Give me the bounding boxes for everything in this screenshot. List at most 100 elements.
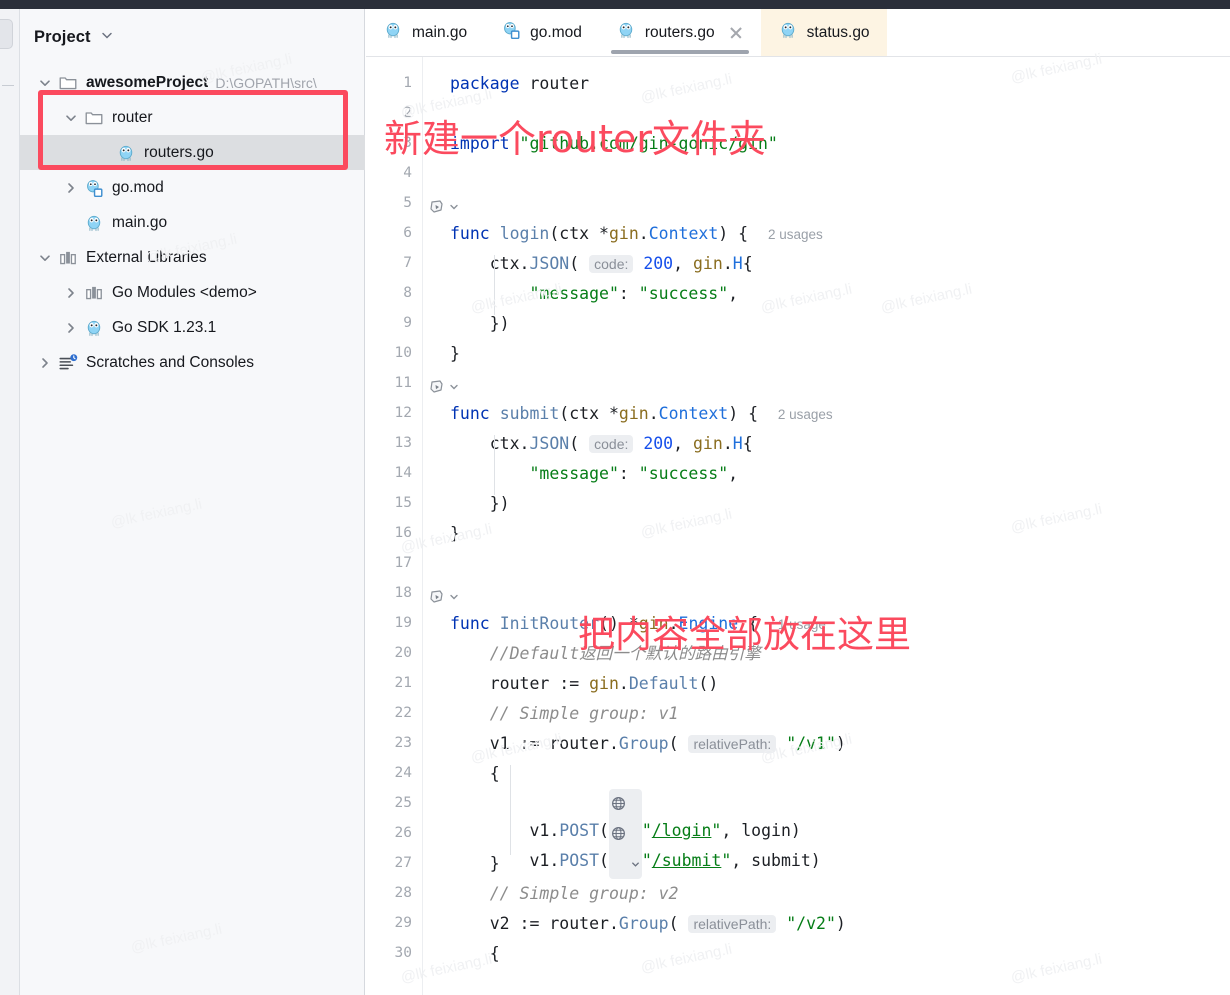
line-number: 16 — [394, 525, 412, 541]
line-number: 24 — [394, 765, 412, 781]
tree-item-label: awesomeProject — [86, 73, 209, 91]
tab-label: status.go — [806, 23, 870, 41]
chevron-down-icon — [62, 109, 80, 127]
tree-item-label: routers.go — [144, 143, 214, 161]
usage-count[interactable]: 2 usages — [778, 407, 833, 422]
chevron-down-icon[interactable] — [34, 74, 56, 92]
chevron-right-icon[interactable] — [60, 319, 82, 337]
project-tree: awesomeProject D:\GOPATH\src\ router rout… — [20, 65, 365, 380]
code-line[interactable]: ctx.JSON( code: 200, gin.H{ — [450, 249, 753, 279]
line-number: 25 — [394, 795, 412, 811]
chevron-down-icon[interactable] — [34, 249, 56, 267]
run-gutter-icon[interactable] — [428, 197, 462, 217]
globe-icon[interactable] — [608, 819, 642, 879]
line-number: 10 — [394, 345, 412, 361]
tree-item-go-mod[interactable]: go.mod — [20, 170, 365, 205]
chevron-right-icon — [62, 284, 80, 302]
chevron-down-icon — [36, 74, 54, 92]
line-number: 7 — [403, 255, 412, 271]
chevron-right-icon — [62, 319, 80, 337]
line-number: 14 — [394, 465, 412, 481]
code-line[interactable]: } — [450, 849, 500, 879]
chevron-down-icon — [36, 249, 54, 267]
window-titlebar — [0, 0, 1230, 9]
tree-item-label: Scratches and Consoles — [86, 353, 255, 371]
tree-item-router[interactable]: router — [20, 100, 365, 135]
tool-window-button[interactable] — [0, 19, 13, 49]
sidebar-header[interactable]: Project — [20, 21, 114, 53]
tree-item-icon — [82, 283, 106, 303]
usage-count[interactable]: 2 usages — [768, 227, 823, 242]
code-line[interactable]: { — [450, 939, 500, 969]
close-icon[interactable] — [728, 25, 744, 41]
tree-item-label: External Libraries — [86, 248, 207, 266]
code-line[interactable]: // Simple group: v1 — [450, 699, 679, 729]
chevron-right-icon[interactable] — [60, 179, 82, 197]
code-line[interactable]: }) — [450, 489, 510, 519]
line-number: 4 — [403, 165, 412, 181]
tab-icon — [501, 20, 521, 45]
code-line[interactable]: func login(ctx *gin.Context) { 2 usages — [450, 219, 823, 249]
tree-item-label: Go SDK 1.23.1 — [112, 318, 217, 336]
code-line[interactable]: // Simple group: v2 — [450, 879, 679, 909]
tab-routers-go[interactable]: routers.go — [599, 9, 761, 56]
code-line[interactable]: router := gin.Default() — [450, 669, 719, 699]
code-line[interactable]: ctx.JSON( code: 200, gin.H{ — [450, 429, 753, 459]
tree-item-go-sdk-1-23-1[interactable]: Go SDK 1.23.1 — [20, 310, 365, 345]
run-gutter-icon[interactable] — [428, 587, 462, 607]
line-number: 5 — [403, 195, 412, 211]
run-gutter-icon[interactable] — [428, 377, 462, 397]
code-line[interactable]: }) — [450, 309, 510, 339]
code-line[interactable]: package router — [450, 69, 589, 99]
tree-item-awesomeproject[interactable]: awesomeProject D:\GOPATH\src\ — [20, 65, 365, 100]
project-sidebar: Project awesomeProject D:\GOPATH\src\ rou… — [20, 9, 365, 995]
chevron-right-icon[interactable] — [60, 284, 82, 302]
tree-item-scratches-and-consoles[interactable]: Scratches and Consoles — [20, 345, 365, 380]
active-tab-indicator — [610, 50, 749, 54]
chevron-down-icon[interactable] — [100, 28, 114, 47]
tree-item-icon — [56, 248, 80, 268]
tab-status-go[interactable]: status.go — [760, 9, 887, 56]
folder-icon — [84, 108, 104, 128]
code-line[interactable]: func submit(ctx *gin.Context) { 2 usages — [450, 399, 833, 429]
line-number-gutter: 1 2 3 4 5 6 7 8 9 10 11 12 13 14 15 16 17 18 19 20 21 22 23 24 2… — [366, 57, 422, 995]
code-line[interactable]: v1.POST( "/submit", submit) — [450, 819, 821, 879]
line-number: 21 — [394, 675, 412, 691]
code-line[interactable]: v1 := router.Group( relativePath: "/v1") — [450, 729, 846, 759]
tree-item-icon — [82, 178, 106, 198]
code-line[interactable]: } — [450, 339, 460, 369]
tree-item-icon — [56, 353, 80, 373]
tree-item-label: go.mod — [112, 178, 164, 196]
chevron-down-icon[interactable] — [60, 109, 82, 127]
line-number: 8 — [403, 285, 412, 301]
editor-tabbar: main.go go.mod routers.go status.go — [366, 9, 1230, 57]
tree-item-external-libraries[interactable]: External Libraries — [20, 240, 365, 275]
tab-label: routers.go — [644, 23, 715, 41]
tree-item-routers-go[interactable]: routers.go — [20, 135, 365, 170]
line-number: 12 — [394, 405, 412, 421]
line-number: 11 — [394, 375, 412, 391]
code-line[interactable]: { — [450, 759, 500, 789]
go-file-icon — [616, 20, 636, 40]
tab-main-go[interactable]: main.go — [366, 9, 484, 56]
go-file-icon — [84, 213, 104, 233]
tab-go-mod[interactable]: go.mod — [484, 9, 599, 56]
line-number: 17 — [394, 555, 412, 571]
tree-item-go-modules-demo[interactable]: Go Modules <demo> — [20, 275, 365, 310]
line-number: 26 — [394, 825, 412, 841]
tree-item-path: D:\GOPATH\src\ — [215, 74, 317, 91]
tree-item-label: main.go — [112, 213, 168, 231]
library-icon — [84, 283, 104, 303]
page-title: Project — [34, 27, 91, 46]
library-icon — [58, 248, 78, 268]
code-content[interactable]: package router import "github.com/gin-gon… — [450, 57, 1230, 995]
go-mod-icon — [84, 178, 104, 198]
tree-item-main-go[interactable]: main.go — [20, 205, 365, 240]
chevron-right-icon[interactable] — [34, 354, 56, 372]
line-number: 15 — [394, 495, 412, 511]
code-line[interactable]: v2 := router.Group( relativePath: "/v2") — [450, 909, 846, 939]
go-file-icon — [84, 318, 104, 338]
line-number: 1 — [403, 75, 412, 91]
code-line[interactable]: } — [450, 519, 460, 549]
code-line[interactable]: v1.POST( "/login", login) — [450, 789, 801, 849]
